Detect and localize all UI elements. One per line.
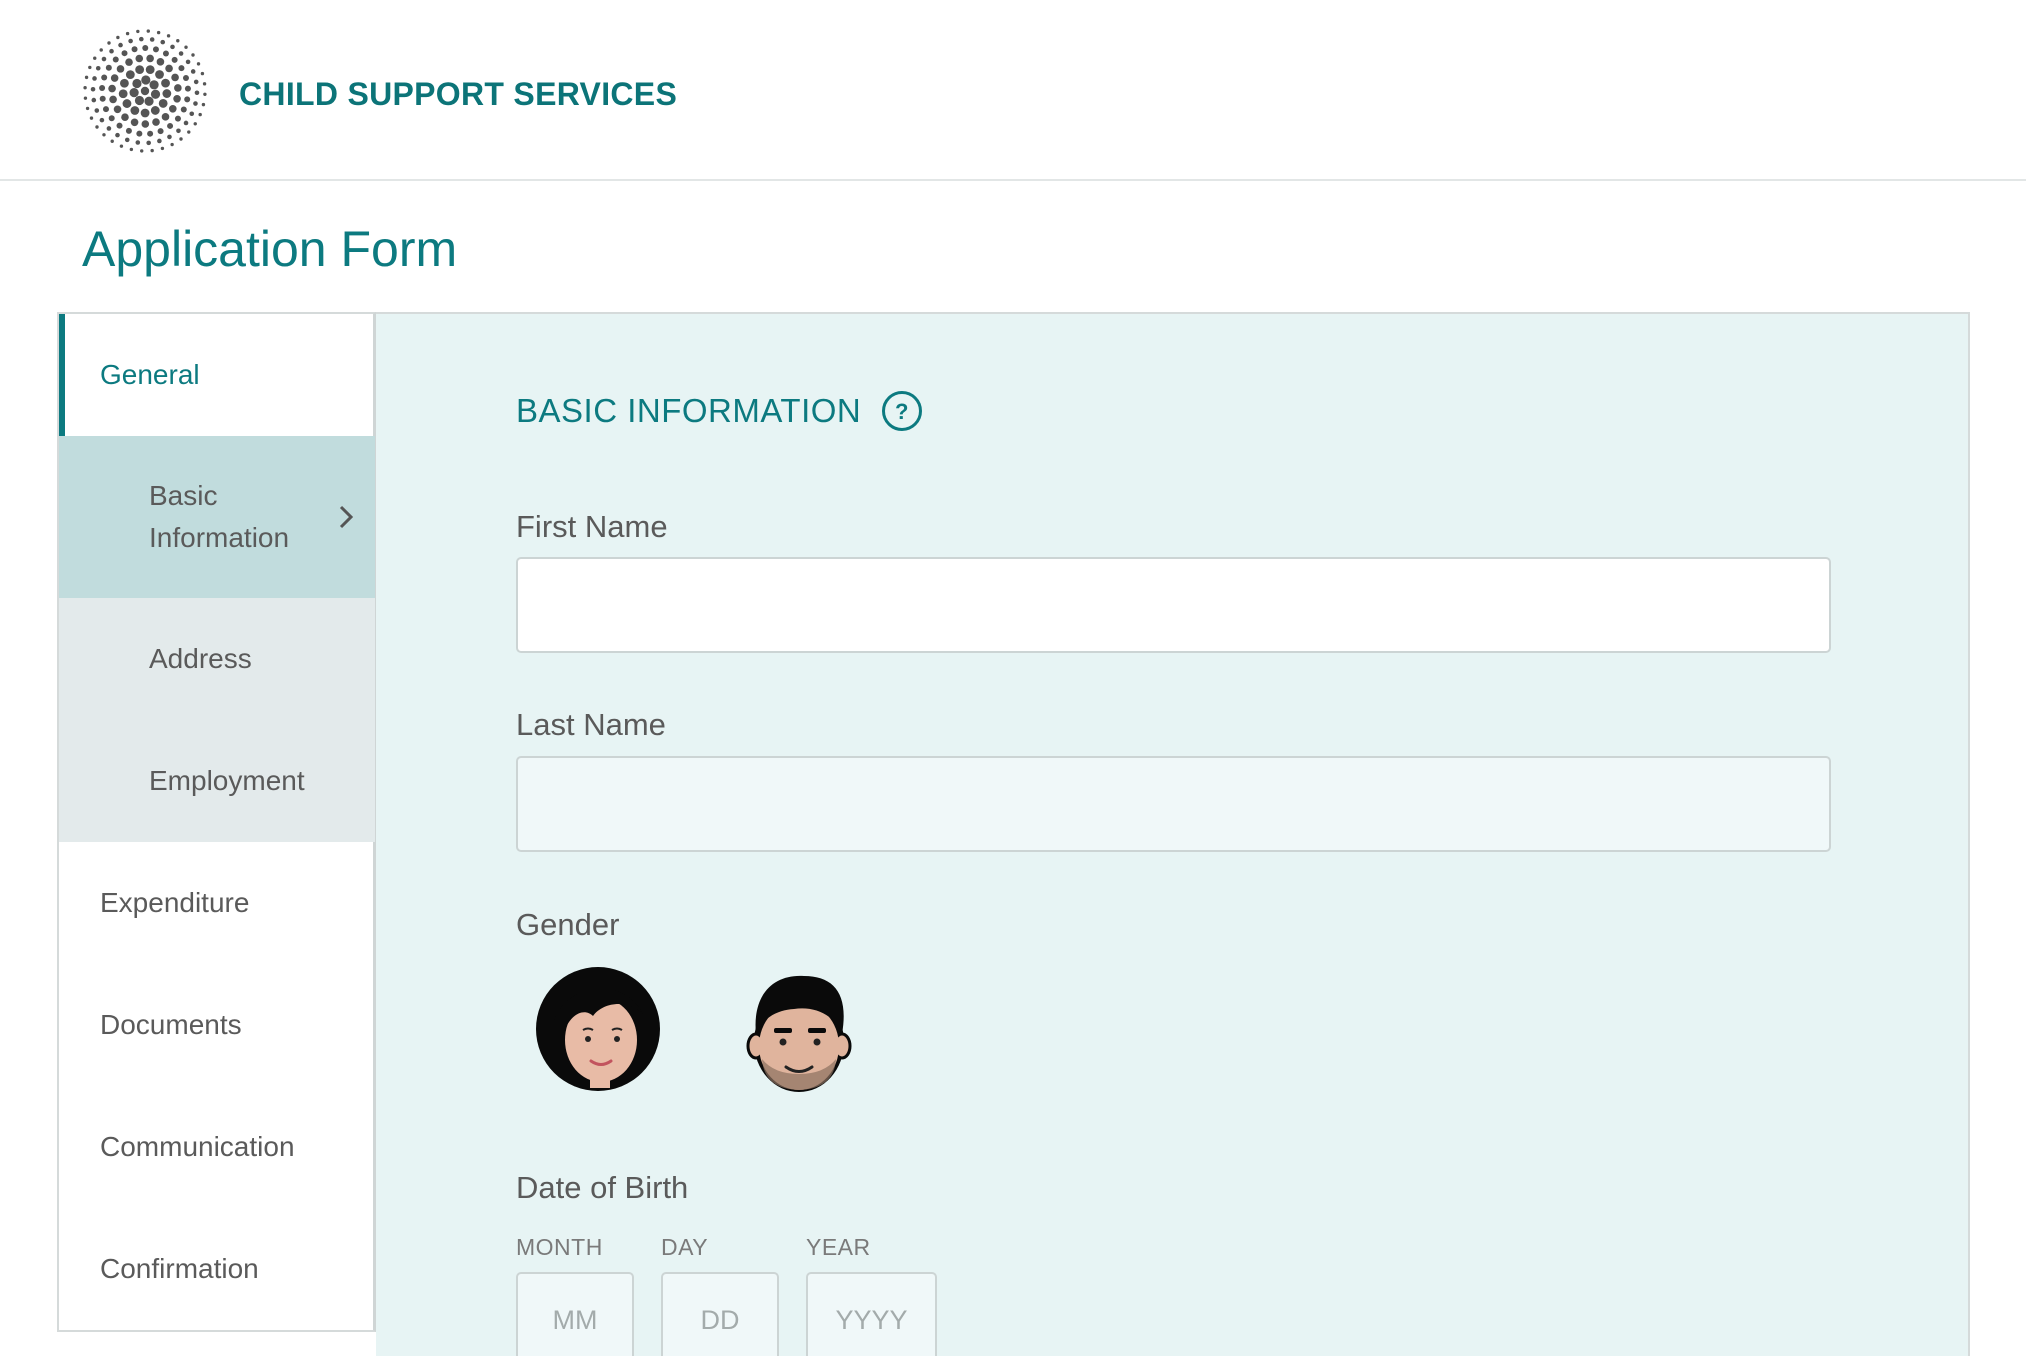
last-name-field[interactable] bbox=[516, 756, 1831, 852]
sidebar-item-general[interactable]: General bbox=[59, 314, 375, 436]
male-avatar-icon[interactable] bbox=[734, 964, 864, 1094]
page-title: Application Form bbox=[82, 221, 458, 277]
sidebar-item-basic-information[interactable]: Basic Information bbox=[59, 436, 375, 598]
sidebar-item-documents[interactable]: Documents bbox=[59, 964, 375, 1086]
sidebar-item-label: Basic Information bbox=[149, 480, 290, 553]
app-header: CHILD SUPPORT SERVICES bbox=[0, 0, 2026, 181]
sidebar-item-confirmation[interactable]: Confirmation bbox=[59, 1208, 375, 1330]
sidebar-item-label: Confirmation bbox=[100, 1253, 259, 1284]
first-name-field[interactable] bbox=[516, 557, 1831, 653]
sidebar-item-label: General bbox=[100, 359, 200, 390]
sidebar-item-label: Communication bbox=[100, 1131, 295, 1162]
female-avatar-icon[interactable] bbox=[533, 964, 663, 1094]
first-name-label: First Name bbox=[516, 509, 668, 544]
last-name-label: Last Name bbox=[516, 707, 666, 742]
sidebar-item-label: Documents bbox=[100, 1009, 242, 1040]
sidebar-item-employment[interactable]: Employment bbox=[59, 720, 375, 842]
svg-text:?: ? bbox=[895, 399, 909, 424]
form-panel: BASIC INFORMATION ? First Name Last Name… bbox=[376, 312, 1970, 1356]
dotted-circle-logo-icon bbox=[83, 29, 207, 153]
gender-label: Gender bbox=[516, 907, 620, 942]
month-label: MONTH bbox=[516, 1234, 603, 1260]
sidebar-item-expenditure[interactable]: Expenditure bbox=[59, 842, 375, 964]
sidebar-item-communication[interactable]: Communication bbox=[59, 1086, 375, 1208]
sidebar-item-label: Expenditure bbox=[100, 887, 250, 918]
chevron-right-icon bbox=[339, 505, 354, 529]
question-circle-icon[interactable]: ? bbox=[881, 390, 923, 432]
year-field[interactable] bbox=[806, 1272, 937, 1356]
date-of-birth-label: Date of Birth bbox=[516, 1170, 689, 1205]
month-field[interactable] bbox=[516, 1272, 634, 1356]
sidebar-item-label: Employment bbox=[149, 765, 305, 796]
day-field[interactable] bbox=[661, 1272, 779, 1356]
sidebar-item-label: Address bbox=[149, 643, 252, 674]
section-header: BASIC INFORMATION ? bbox=[516, 390, 923, 432]
section-title: BASIC INFORMATION bbox=[516, 392, 862, 429]
sidebar-item-address[interactable]: Address bbox=[59, 598, 375, 720]
day-label: DAY bbox=[661, 1234, 709, 1260]
brand-name: CHILD SUPPORT SERVICES bbox=[239, 76, 678, 112]
year-label: YEAR bbox=[806, 1234, 871, 1260]
sidebar-nav: General Basic Information Address Employ… bbox=[57, 312, 376, 1332]
